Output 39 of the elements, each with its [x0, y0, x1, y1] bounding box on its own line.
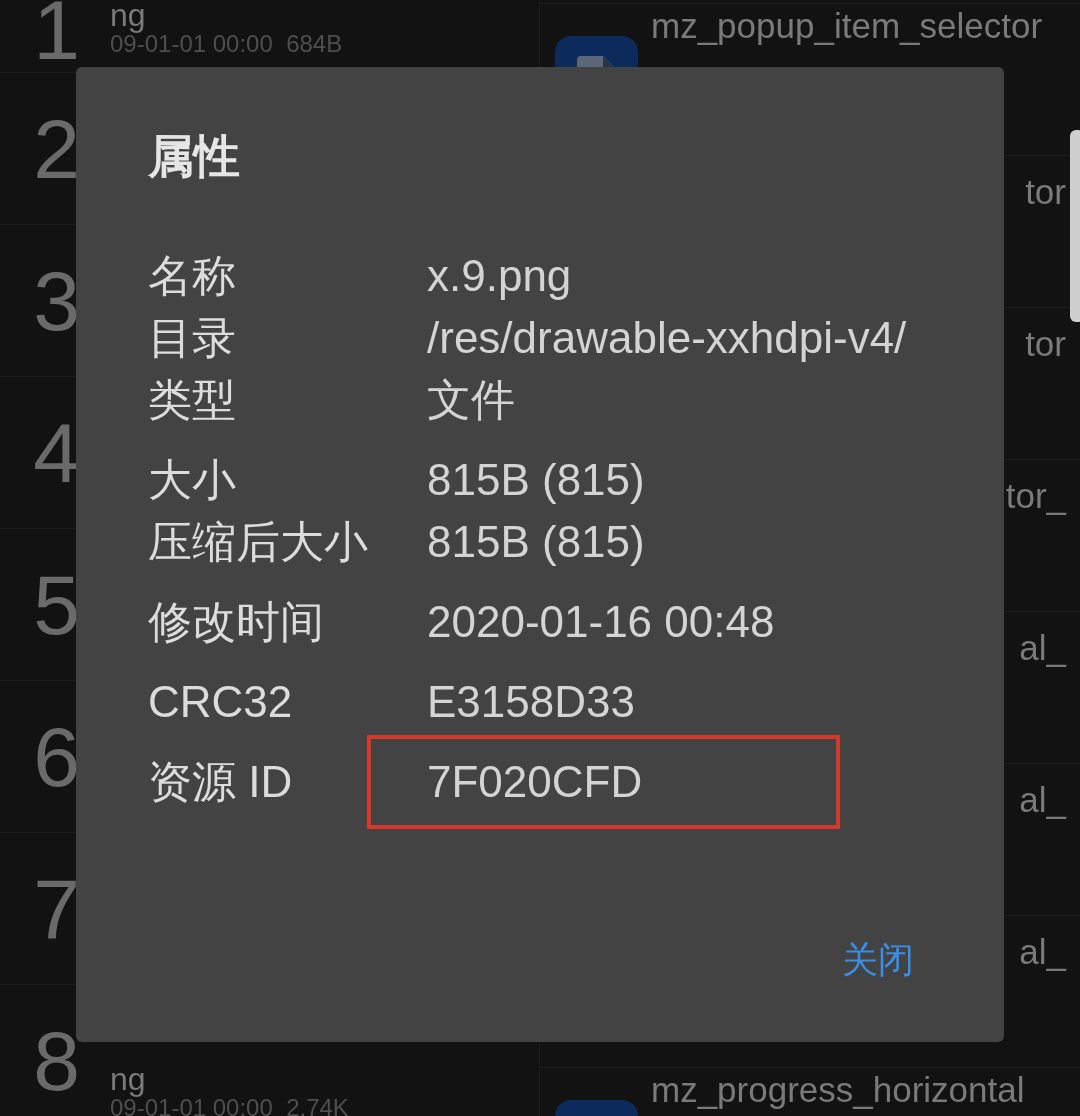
property-label: CRC32 — [148, 676, 294, 728]
property-label: 大小 — [148, 454, 237, 506]
line-number: 1 — [33, 0, 80, 72]
property-value: x.9.png — [427, 251, 572, 300]
line-number: 7 — [33, 866, 80, 951]
file-meta: 09-01-01 00:00 684B — [110, 33, 343, 55]
property-label: 资源 ID — [148, 756, 294, 808]
line-number: 3 — [33, 258, 80, 343]
file-meta: 09-01-01 00:00 2.74K — [110, 1097, 349, 1116]
property-value: 815B (815) — [427, 517, 645, 566]
resource-name: al_ — [1019, 934, 1066, 970]
resource-name: tor — [1025, 174, 1066, 210]
line-number: 2 — [33, 106, 80, 191]
property-label: 压缩后大小 — [148, 516, 369, 568]
resource-name: tor_ — [1005, 478, 1066, 514]
resource-name: al_ — [1019, 630, 1066, 666]
line-number: 6 — [33, 714, 80, 799]
property-label: 类型 — [148, 374, 237, 426]
resource-name: tor — [1025, 326, 1066, 362]
file-name: ng — [110, 0, 146, 33]
line-number: 5 — [33, 562, 80, 647]
property-value: /res/drawable-xxhdpi-v4/ — [427, 313, 907, 362]
property-label: 修改时间 — [148, 596, 325, 648]
line-number: 4 — [33, 410, 80, 495]
dialog-title: 属性 — [148, 129, 241, 184]
resource-name: mz_progress_horizontal — [651, 1072, 1025, 1108]
resource-name: mz_popup_item_selector — [651, 8, 1043, 44]
property-value: 815B (815) — [427, 455, 645, 504]
close-button[interactable]: 关闭 — [842, 936, 914, 984]
property-value: 文件 — [427, 375, 515, 424]
property-value: E3158D33 — [427, 677, 635, 726]
property-value: 2020-01-16 00:48 — [427, 597, 775, 646]
property-label: 目录 — [148, 312, 237, 364]
scrollbar[interactable] — [1070, 130, 1080, 322]
property-value: 7F020CFD — [427, 757, 643, 806]
property-label: 名称 — [148, 250, 237, 302]
resource-name: al_ — [1019, 782, 1066, 818]
line-number: 8 — [33, 1018, 80, 1103]
file-name: ng — [110, 1061, 146, 1097]
